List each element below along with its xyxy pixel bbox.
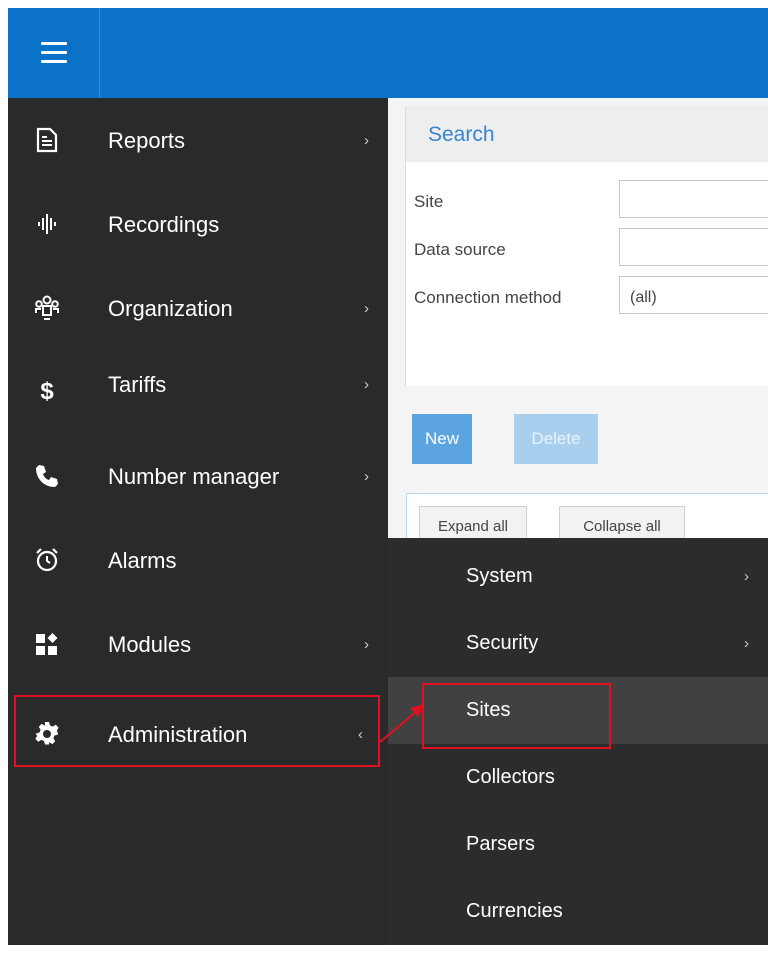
submenu-item-label: Collectors <box>466 766 555 788</box>
submenu-item-parsers[interactable]: Parsers <box>388 811 768 878</box>
search-title: Search <box>428 123 495 146</box>
chevron-right-icon: › <box>364 300 369 317</box>
chevron-right-icon: › <box>364 376 369 393</box>
search-panel-header: Search <box>406 106 768 162</box>
new-button[interactable]: New <box>412 414 472 464</box>
sidebar-item-alarms[interactable]: Alarms <box>8 518 388 602</box>
connection-method-label: Connection method <box>414 288 562 307</box>
top-bar <box>8 8 768 98</box>
sites-highlight-box <box>422 683 611 749</box>
site-field[interactable] <box>619 180 768 218</box>
sidebar-item-reports[interactable]: Reports › <box>8 98 388 182</box>
organization-icon <box>34 295 60 321</box>
alarm-clock-icon <box>34 547 60 573</box>
chevron-right-icon: › <box>744 568 749 585</box>
connection-method-select[interactable]: (all) <box>619 276 768 314</box>
hamburger-line <box>41 42 67 45</box>
sidebar-item-label: Tariffs <box>108 372 167 397</box>
submenu-item-security[interactable]: Security › <box>388 610 768 677</box>
sidebar-item-modules[interactable]: Modules › <box>8 602 388 686</box>
submenu-item-currencies[interactable]: Currencies <box>388 878 768 945</box>
chevron-right-icon: › <box>744 635 749 652</box>
chevron-right-icon: › <box>364 132 369 149</box>
site-label: Site <box>414 192 444 211</box>
sidebar-item-tariffs[interactable]: $ Tariffs › <box>8 350 388 434</box>
waveform-icon <box>34 211 60 237</box>
sidebar-item-label: Alarms <box>108 548 177 573</box>
submenu-item-label: Parsers <box>466 833 535 855</box>
submenu-item-label: Currencies <box>466 900 563 922</box>
delete-button[interactable]: Delete <box>514 414 598 464</box>
sidebar-item-label: Organization <box>108 296 233 321</box>
sidebar-item-label: Recordings <box>108 212 220 237</box>
sidebar: Reports › Recordings Organization › $ Ta… <box>8 98 388 945</box>
sidebar-item-recordings[interactable]: Recordings <box>8 182 388 266</box>
phone-icon <box>34 463 60 489</box>
dollar-icon: $ <box>40 378 54 405</box>
sidebar-item-label: Modules <box>108 632 192 657</box>
administration-submenu: System › Security › Sites Collectors Par… <box>388 538 768 945</box>
submenu-item-collectors[interactable]: Collectors <box>388 744 768 811</box>
hamburger-line <box>41 51 67 54</box>
data-source-label: Data source <box>414 240 506 259</box>
chevron-right-icon: › <box>364 636 369 653</box>
sidebar-item-label: Reports <box>108 128 186 153</box>
hamburger-line <box>41 60 67 63</box>
chevron-right-icon: › <box>364 468 369 485</box>
submenu-item-label: System <box>466 565 533 587</box>
submenu-item-label: Security <box>466 632 539 654</box>
app-frame: Reports › Recordings Organization › $ Ta… <box>8 8 768 945</box>
data-source-field[interactable] <box>619 228 768 266</box>
administration-highlight-box <box>14 695 380 767</box>
sidebar-item-number-manager[interactable]: Number manager › <box>8 434 388 518</box>
hamburger-menu-button[interactable] <box>8 8 100 98</box>
sidebar-item-organization[interactable]: Organization › <box>8 266 388 350</box>
search-panel: Search Site Data source Connection metho… <box>405 106 768 386</box>
document-icon <box>34 127 60 153</box>
submenu-item-system[interactable]: System › <box>388 543 768 610</box>
sidebar-item-label: Number manager <box>108 464 280 489</box>
modules-icon <box>34 631 60 657</box>
